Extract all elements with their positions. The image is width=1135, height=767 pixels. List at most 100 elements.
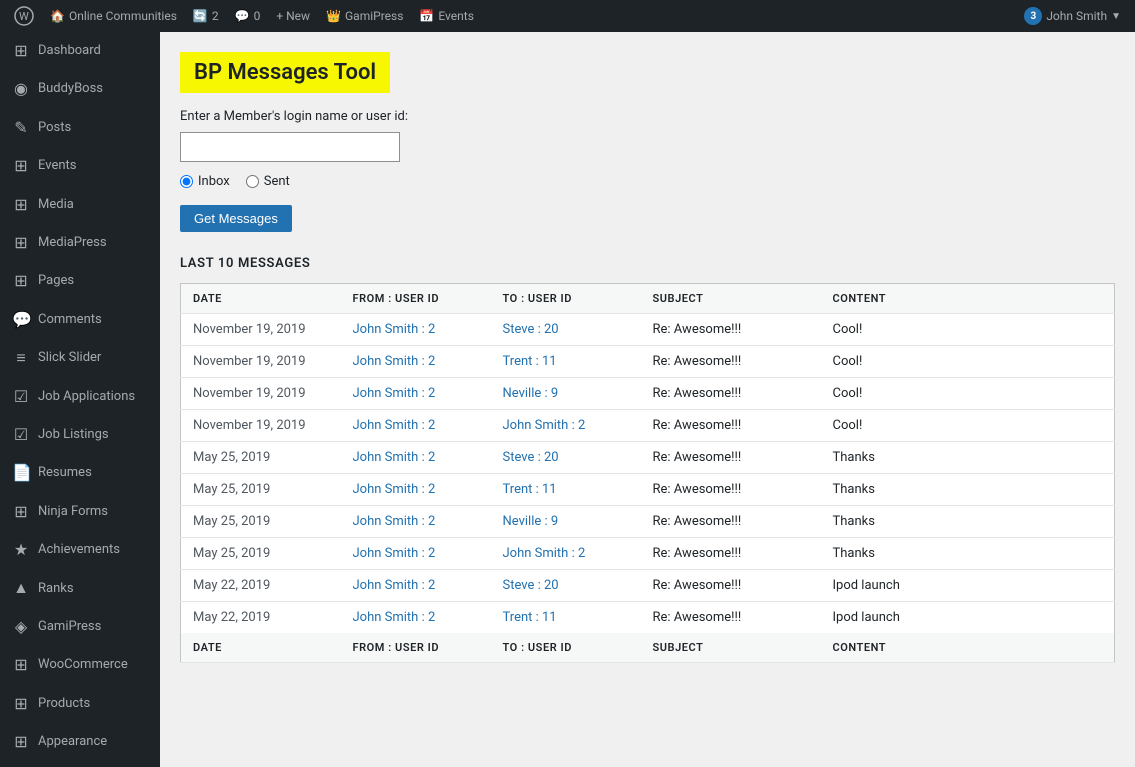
sidebar-item-pages[interactable]: ⊞ Pages	[0, 262, 160, 300]
events-link[interactable]: 📅 Events	[411, 0, 481, 32]
cell-date-9: May 22, 2019	[181, 602, 341, 634]
sidebar-item-comments[interactable]: 💬 Comments	[0, 301, 160, 339]
from-link-6[interactable]: John Smith : 2	[353, 514, 436, 529]
from-link-9[interactable]: John Smith : 2	[353, 610, 436, 625]
sidebar-item-events[interactable]: ⊞ Events	[0, 147, 160, 185]
get-messages-button[interactable]: Get Messages	[180, 205, 292, 232]
col-footer-from: FROM : USER ID	[341, 633, 491, 663]
col-header-content: CONTENT	[821, 284, 1115, 314]
sidebar-label-posts: Posts	[38, 119, 71, 137]
events-icon: 📅	[419, 9, 434, 23]
cell-from-7[interactable]: John Smith : 2	[341, 538, 491, 570]
site-name: Online Communities	[69, 9, 177, 23]
sidebar-item-slick-slider[interactable]: ≡ Slick Slider	[0, 339, 160, 377]
sidebar-item-media[interactable]: ⊞ Media	[0, 186, 160, 224]
from-link-5[interactable]: John Smith : 2	[353, 482, 436, 497]
cell-from-3[interactable]: John Smith : 2	[341, 410, 491, 442]
cell-to-0[interactable]: Steve : 20	[491, 314, 641, 346]
cell-from-8[interactable]: John Smith : 2	[341, 570, 491, 602]
cell-to-2[interactable]: Neville : 9	[491, 378, 641, 410]
to-link-8[interactable]: Steve : 20	[503, 578, 559, 593]
from-link-2[interactable]: John Smith : 2	[353, 386, 436, 401]
comments-icon: 💬	[12, 309, 30, 331]
sidebar-item-posts[interactable]: ✎ Posts	[0, 109, 160, 147]
sidebar-label-events: Events	[38, 157, 76, 175]
sidebar-label-ninja-forms: Ninja Forms	[38, 503, 108, 521]
cell-to-6[interactable]: Neville : 9	[491, 506, 641, 538]
new-button[interactable]: + New	[268, 0, 318, 32]
to-link-2[interactable]: Neville : 9	[503, 386, 559, 401]
col-footer-to: TO : USER ID	[491, 633, 641, 663]
cell-to-7[interactable]: John Smith : 2	[491, 538, 641, 570]
sidebar-item-ranks[interactable]: ▲ Ranks	[0, 569, 160, 607]
sidebar-item-resumes[interactable]: 📄 Resumes	[0, 454, 160, 492]
radio-inbox[interactable]: Inbox	[180, 174, 230, 189]
cell-to-3[interactable]: John Smith : 2	[491, 410, 641, 442]
to-link-0[interactable]: Steve : 20	[503, 322, 559, 337]
cell-to-1[interactable]: Trent : 11	[491, 346, 641, 378]
to-link-1[interactable]: Trent : 11	[503, 354, 557, 369]
cell-subject-8: Re: Awesome!!!	[641, 570, 821, 602]
to-link-3[interactable]: John Smith : 2	[503, 418, 586, 433]
sidebar-item-woocommerce[interactable]: ⊞ WooCommerce	[0, 646, 160, 684]
radio-sent[interactable]: Sent	[246, 174, 290, 189]
comments-link[interactable]: 💬 0	[227, 0, 269, 32]
table-row: May 22, 2019 John Smith : 2 Steve : 20 R…	[181, 570, 1115, 602]
to-link-5[interactable]: Trent : 11	[503, 482, 557, 497]
sent-radio[interactable]	[246, 175, 259, 188]
cell-to-4[interactable]: Steve : 20	[491, 442, 641, 474]
sidebar-item-job-listings[interactable]: ☑ Job Listings	[0, 416, 160, 454]
from-link-3[interactable]: John Smith : 2	[353, 418, 436, 433]
updates-link[interactable]: 🔄 2	[185, 0, 227, 32]
from-link-1[interactable]: John Smith : 2	[353, 354, 436, 369]
sidebar-label-job-applications: Job Applications	[38, 388, 135, 406]
sidebar-item-dashboard[interactable]: ⊞ Dashboard	[0, 32, 160, 70]
from-link-4[interactable]: John Smith : 2	[353, 450, 436, 465]
gamipress-link[interactable]: 👑 GamiPress	[318, 0, 411, 32]
wp-logo-icon[interactable]: W	[6, 6, 42, 26]
from-link-8[interactable]: John Smith : 2	[353, 578, 436, 593]
cell-content-0: Cool!	[821, 314, 1115, 346]
user-notifications[interactable]: 3 John Smith ▼	[1016, 0, 1129, 32]
sidebar-item-plugins[interactable]: ⊞ Plugins1	[0, 761, 160, 767]
sidebar-item-products[interactable]: ⊞ Products	[0, 685, 160, 723]
sidebar-label-mediapress: MediaPress	[38, 234, 107, 252]
sidebar-item-ninja-forms[interactable]: ⊞ Ninja Forms	[0, 493, 160, 531]
buddyboss-icon: ◉	[12, 78, 30, 100]
posts-icon: ✎	[12, 117, 30, 139]
cell-from-4[interactable]: John Smith : 2	[341, 442, 491, 474]
inbox-radio[interactable]	[180, 175, 193, 188]
cell-from-1[interactable]: John Smith : 2	[341, 346, 491, 378]
cell-subject-0: Re: Awesome!!!	[641, 314, 821, 346]
sidebar-item-mediapress[interactable]: ⊞ MediaPress	[0, 224, 160, 262]
cell-from-6[interactable]: John Smith : 2	[341, 506, 491, 538]
gamipress-label: GamiPress	[345, 9, 403, 23]
to-link-6[interactable]: Neville : 9	[503, 514, 559, 529]
ninja-forms-icon: ⊞	[12, 501, 30, 523]
to-link-4[interactable]: Steve : 20	[503, 450, 559, 465]
cell-from-5[interactable]: John Smith : 2	[341, 474, 491, 506]
section-title: LAST 10 MESSAGES	[180, 256, 1115, 271]
sidebar-item-gamipress[interactable]: ◈ GamiPress	[0, 608, 160, 646]
cell-to-5[interactable]: Trent : 11	[491, 474, 641, 506]
member-input[interactable]	[180, 132, 400, 162]
sidebar-label-dashboard: Dashboard	[38, 42, 101, 60]
to-link-9[interactable]: Trent : 11	[503, 610, 557, 625]
cell-to-8[interactable]: Steve : 20	[491, 570, 641, 602]
cell-date-1: November 19, 2019	[181, 346, 341, 378]
cell-from-0[interactable]: John Smith : 2	[341, 314, 491, 346]
cell-from-2[interactable]: John Smith : 2	[341, 378, 491, 410]
cell-from-9[interactable]: John Smith : 2	[341, 602, 491, 634]
cell-content-2: Cool!	[821, 378, 1115, 410]
sidebar-item-appearance[interactable]: ⊞ Appearance	[0, 723, 160, 761]
messages-table: DATE FROM : USER ID TO : USER ID SUBJECT…	[180, 283, 1115, 663]
gamipress-icon: ◈	[12, 616, 30, 638]
to-link-7[interactable]: John Smith : 2	[503, 546, 586, 561]
from-link-0[interactable]: John Smith : 2	[353, 322, 436, 337]
site-name-link[interactable]: 🏠 Online Communities	[42, 0, 185, 32]
from-link-7[interactable]: John Smith : 2	[353, 546, 436, 561]
cell-to-9[interactable]: Trent : 11	[491, 602, 641, 634]
sidebar-item-achievements[interactable]: ★ Achievements	[0, 531, 160, 569]
sidebar-item-buddyboss[interactable]: ◉ BuddyBoss	[0, 70, 160, 108]
sidebar-item-job-applications[interactable]: ☑ Job Applications	[0, 378, 160, 416]
